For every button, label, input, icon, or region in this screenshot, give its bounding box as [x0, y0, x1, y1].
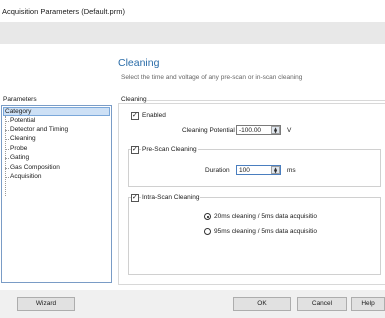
tree-item-probe[interactable]: Probe	[4, 145, 27, 152]
spin-up-icon[interactable]: ▲ ▼	[271, 126, 280, 134]
ok-button[interactable]: OK	[233, 297, 291, 311]
intra-scan-group	[128, 197, 381, 275]
pre-scan-checkbox[interactable]	[131, 145, 139, 154]
enabled-checkbox[interactable]	[131, 111, 139, 120]
page-subtitle: Select the time and voltage of any pre-s…	[121, 74, 303, 81]
cleaning-potential-field[interactable]: -100.00 ▲ ▼	[236, 125, 281, 135]
cleaning-potential-value: -100.00	[239, 127, 262, 134]
enabled-label: Enabled	[142, 112, 166, 119]
duration-value: 100	[239, 167, 250, 174]
radio-20ms-label: 20ms cleaning / 5ms data acquisitio	[214, 213, 317, 220]
parameters-label: Parameters	[3, 96, 37, 103]
tree-category[interactable]: Category	[3, 107, 110, 116]
wizard-button[interactable]: Wizard	[17, 297, 75, 311]
tree-connector	[5, 116, 6, 196]
spin-down-icon[interactable]: ▲ ▼	[271, 166, 280, 174]
duration-field[interactable]: 100 ▲ ▼	[236, 165, 281, 175]
radio-95ms-label: 95ms cleaning / 5ms data acquisitio	[214, 228, 317, 235]
tree-item-detector-timing[interactable]: Detector and Timing	[4, 126, 68, 133]
tree-category-label: Category	[5, 108, 32, 115]
tree-item-gating[interactable]: Gating	[4, 154, 29, 161]
tree-item-cleaning[interactable]: Cleaning	[5, 135, 36, 142]
radio-95ms[interactable]	[204, 228, 211, 235]
cleaning-potential-unit: V	[287, 127, 292, 134]
duration-unit: ms	[287, 167, 296, 174]
section-divider	[146, 100, 385, 101]
radio-20ms[interactable]	[204, 213, 211, 220]
title-bar: Acquisition Parameters (Default.prm)	[0, 0, 385, 22]
duration-label: Duration	[205, 167, 230, 174]
page-title: Cleaning	[118, 57, 160, 69]
help-button[interactable]: Help	[351, 297, 385, 311]
tree-item-acquisition[interactable]: Acquisition	[4, 173, 41, 180]
window-title: Acquisition Parameters (Default.prm)	[2, 7, 125, 16]
cancel-button[interactable]: Cancel	[297, 297, 347, 311]
tree-item-potential[interactable]: Potential	[4, 117, 35, 124]
intra-scan-checkbox[interactable]	[131, 193, 139, 202]
cleaning-section-label: Cleaning	[121, 96, 147, 103]
intra-scan-label: Intra-Scan Cleaning	[141, 194, 201, 201]
toolbar	[0, 22, 385, 44]
cleaning-potential-label: Cleaning Potential	[182, 127, 235, 134]
tree-item-gas-composition[interactable]: Gas Composition	[5, 164, 60, 171]
parameters-tree[interactable]: Category Potential Detector and Timing C…	[1, 105, 112, 283]
pre-scan-label: Pre-Scan Cleaning	[141, 146, 198, 153]
